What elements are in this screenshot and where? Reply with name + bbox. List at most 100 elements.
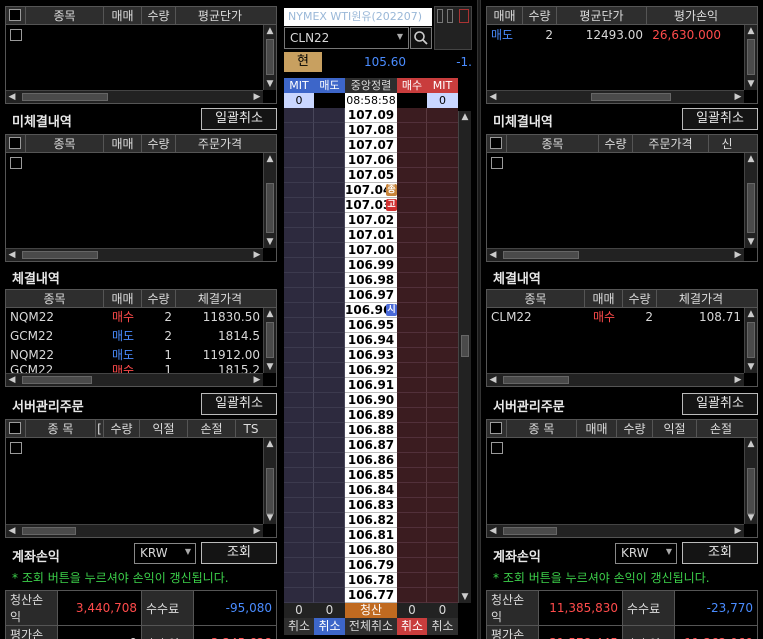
left-filled-grid[interactable]: 종목 매매 수량 체결가격 NQM22 매수 2 11830.50 GCM22 … — [5, 289, 277, 387]
mit-sell-cell[interactable] — [284, 108, 314, 123]
price-cell[interactable]: 106.94 — [345, 333, 397, 348]
vertical-scrollbar[interactable]: ▲ ▼ — [744, 308, 757, 373]
ladder-row[interactable]: 106.83 — [284, 498, 458, 513]
scroll-thumb[interactable] — [503, 251, 579, 259]
horizontal-scrollbar[interactable]: ◀ ▶ — [487, 90, 744, 103]
scroll-up-icon[interactable]: ▲ — [745, 308, 757, 320]
row-checkbox[interactable] — [10, 442, 22, 454]
vertical-scrollbar[interactable]: ▲ ▼ — [263, 25, 276, 90]
row-checkbox[interactable] — [10, 157, 22, 169]
sell-cell[interactable] — [314, 423, 345, 438]
buy-cell[interactable] — [397, 363, 427, 378]
ladder-row[interactable]: 107.07 — [284, 138, 458, 153]
buy-cell[interactable] — [397, 198, 427, 213]
ladder-row[interactable]: 106.82 — [284, 513, 458, 528]
ladder-row[interactable]: 106.86 — [284, 453, 458, 468]
buy-cell[interactable] — [397, 528, 427, 543]
ladder-row[interactable]: 106.94 — [284, 333, 458, 348]
ladder-row[interactable]: 107.08 — [284, 123, 458, 138]
ladder-row[interactable]: 106.89 — [284, 408, 458, 423]
mit-sell-cell[interactable] — [284, 243, 314, 258]
symbol-select[interactable]: CLN22 ▼ — [284, 27, 409, 49]
sell-cell[interactable] — [314, 183, 345, 198]
mit-buy-cell[interactable] — [427, 183, 458, 198]
horizontal-scrollbar[interactable]: ◀ ▶ — [6, 524, 263, 537]
mit-buy-cell[interactable] — [427, 273, 458, 288]
symbol-search-button[interactable] — [410, 27, 432, 49]
mit-sell-cell[interactable] — [284, 498, 314, 513]
price-cell[interactable]: 106.82 — [345, 513, 397, 528]
price-cell[interactable]: 106.86 — [345, 453, 397, 468]
right-positions-grid[interactable]: 매매 수량 평균단가 평가손익 매도 2 12493.00 26,630.000… — [486, 6, 758, 104]
mit-buy-cell[interactable] — [427, 138, 458, 153]
scroll-thumb[interactable] — [503, 527, 557, 535]
scroll-right-icon[interactable]: ▶ — [732, 91, 744, 103]
horizontal-scrollbar[interactable]: ◀ ▶ — [487, 248, 744, 261]
mit-buy-cell[interactable] — [427, 348, 458, 363]
mit-buy-cell[interactable] — [427, 318, 458, 333]
price-cell[interactable]: 107.05 — [345, 168, 397, 183]
cancel-sell-button[interactable]: 취소 — [314, 618, 345, 635]
buy-cell[interactable] — [397, 243, 427, 258]
mit-sell-cell[interactable] — [284, 153, 314, 168]
buy-cell[interactable] — [397, 558, 427, 573]
scroll-down-icon[interactable]: ▼ — [745, 236, 757, 248]
col-mit-sell[interactable]: MIT — [284, 78, 314, 93]
col-buy[interactable]: 매수 — [397, 78, 427, 93]
mit-buy-cell[interactable] — [427, 498, 458, 513]
buy-cell[interactable] — [397, 228, 427, 243]
sell-cell[interactable] — [314, 513, 345, 528]
scroll-down-icon[interactable]: ▼ — [264, 361, 276, 373]
mit-buy-cell[interactable] — [427, 288, 458, 303]
buy-cell[interactable] — [397, 468, 427, 483]
scroll-thumb[interactable] — [503, 376, 569, 384]
price-cell[interactable]: 106.95 — [345, 318, 397, 333]
currency-select[interactable]: KRW ▼ — [134, 543, 196, 564]
vertical-scrollbar[interactable]: ▲ ▼ — [744, 25, 757, 90]
col-mit-buy[interactable]: MIT — [427, 78, 458, 93]
mit-sell-cell[interactable] — [284, 483, 314, 498]
scroll-left-icon[interactable]: ◀ — [487, 249, 499, 261]
query-button[interactable]: 조회 — [201, 542, 277, 564]
vertical-scrollbar[interactable]: ▲ ▼ — [263, 438, 276, 524]
mit-sell-cell[interactable] — [284, 543, 314, 558]
table-row[interactable]: 매도 2 12493.00 26,630.000 — [487, 26, 745, 44]
price-cell[interactable]: 106.89 — [345, 408, 397, 423]
price-cell[interactable]: 107.08 — [345, 123, 397, 138]
cancel-all-button[interactable]: 일괄취소 — [201, 108, 277, 130]
left-balance-grid[interactable]: 종목 매매 수량 평균단가 ▲ ▼ ◀ ▶ — [5, 6, 277, 104]
price-cell[interactable]: 107.07 — [345, 138, 397, 153]
sell-cell[interactable] — [314, 588, 345, 603]
scroll-left-icon[interactable]: ◀ — [487, 374, 499, 386]
buy-cell[interactable] — [397, 423, 427, 438]
mit-sell-cell[interactable] — [284, 348, 314, 363]
sell-cell[interactable] — [314, 138, 345, 153]
select-all-checkbox[interactable] — [9, 9, 21, 21]
ladder-row[interactable]: 106.96 시 — [284, 303, 458, 318]
mit-sell-cell[interactable] — [284, 258, 314, 273]
price-cell[interactable]: 106.83 — [345, 498, 397, 513]
mit-buy-cell[interactable] — [427, 558, 458, 573]
price-cell[interactable]: 106.77 — [345, 588, 397, 603]
col-center-align[interactable]: 중앙정렬 — [345, 78, 397, 93]
indicator-icon[interactable] — [447, 9, 453, 23]
buy-cell[interactable] — [397, 318, 427, 333]
right-filled-grid[interactable]: 종목 매매 수량 체결가격 CLM22 매수 2 108.71 ▲ ▼ ◀ ▶ — [486, 289, 758, 387]
cancel-all-button[interactable]: 일괄취소 — [682, 108, 758, 130]
mit-buy-cell[interactable] — [427, 198, 458, 213]
select-all-checkbox[interactable] — [9, 422, 21, 434]
scroll-thumb[interactable] — [266, 39, 274, 75]
mit-buy-cell[interactable] — [427, 168, 458, 183]
sell-cell[interactable] — [314, 528, 345, 543]
cancel-all-button[interactable]: 일괄취소 — [682, 393, 758, 415]
mit-sell-cell[interactable] — [284, 453, 314, 468]
mit-sell-cell[interactable] — [284, 183, 314, 198]
ladder-row[interactable]: 107.02 — [284, 213, 458, 228]
select-all-checkbox[interactable] — [490, 137, 502, 149]
indicator-icon[interactable] — [437, 9, 443, 23]
mit-sell-cell[interactable] — [284, 588, 314, 603]
price-cell[interactable]: 106.87 — [345, 438, 397, 453]
query-button[interactable]: 조회 — [682, 542, 758, 564]
ladder-row[interactable]: 106.85 — [284, 468, 458, 483]
ladder-row[interactable]: 106.79 — [284, 558, 458, 573]
